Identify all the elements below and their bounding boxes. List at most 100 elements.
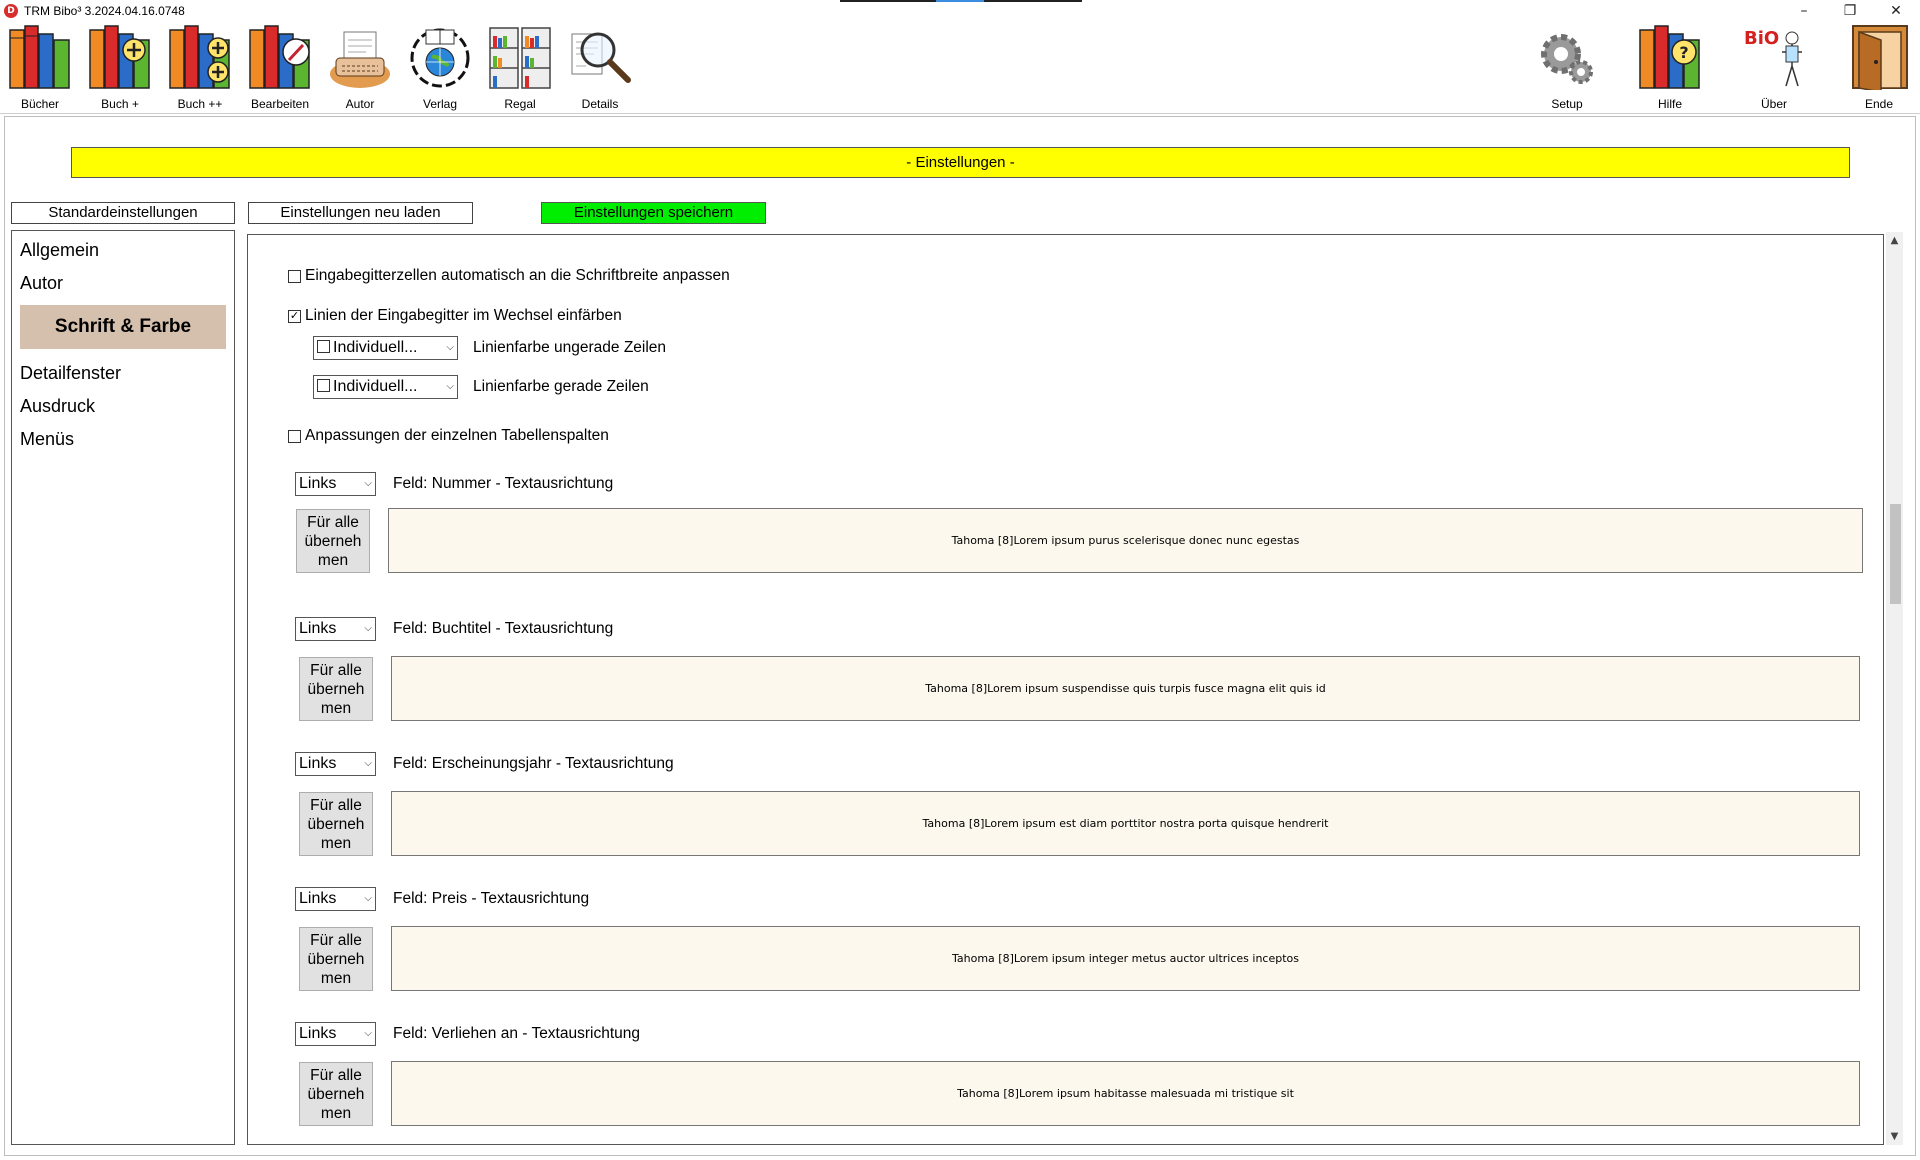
save-settings-button[interactable]: Einstellungen speichern (541, 202, 766, 224)
book-add-icon (89, 25, 150, 89)
align-select-verliehen[interactable]: Links ⌵ (295, 1022, 376, 1046)
help-books-icon: ? (1639, 25, 1700, 89)
toolbar-label: Regal (504, 97, 536, 111)
toolbar-label: Verlag (422, 97, 458, 111)
nav-item-detailfenster[interactable]: Detailfenster (20, 363, 121, 384)
column-adjust-checkbox[interactable] (288, 429, 301, 443)
font-preview-buchtitel[interactable]: Tahoma [8]Lorem ipsum suspendisse quis t… (391, 656, 1860, 721)
toolbar-label: Buch ++ (177, 97, 223, 111)
toolbar-button-details[interactable]: Details (560, 22, 640, 114)
toolbar-button-buecher[interactable]: Bücher (0, 22, 80, 114)
column-adjust-label: Anpassungen der einzelnen Tabellenspalte… (305, 427, 609, 444)
align-select-erscheinungsjahr[interactable]: Links ⌵ (295, 752, 376, 776)
app-logo-icon: D (4, 4, 18, 18)
book-add-multiple-icon (169, 25, 230, 89)
bookshelf-icon (489, 27, 551, 89)
alternate-lines-label: Linien der Eingabegitter im Wechsel einf… (305, 307, 622, 324)
settings-content: Eingabegitterzellen automatisch an die S… (247, 234, 1884, 1145)
svg-text:BiO: BiO (1744, 28, 1779, 49)
toolbar-label: Ende (1864, 97, 1894, 111)
toolbar-label: Bearbeiten (250, 97, 310, 111)
nav-item-schrift-farbe[interactable]: Schrift & Farbe (20, 305, 226, 349)
apply-all-button-nummer[interactable]: Für alle überneh men (296, 509, 370, 573)
toolbar-button-verlag[interactable]: Verlag (400, 22, 480, 114)
scroll-thumb[interactable] (1890, 504, 1901, 604)
defaults-button[interactable]: Standardeinstellungen (11, 202, 235, 224)
nav-item-menues[interactable]: Menüs (20, 429, 74, 450)
align-value: Links (299, 755, 337, 772)
book-edit-icon (249, 25, 310, 89)
gears-icon (1541, 34, 1593, 84)
toolbar-label: Setup (1551, 97, 1583, 111)
align-select-buchtitel[interactable]: Links ⌵ (295, 617, 376, 641)
odd-line-color-label: Linienfarbe ungerade Zeilen (473, 339, 667, 356)
magnifier-icon (571, 32, 631, 83)
content-scrollbar[interactable]: ▲ ▼ (1886, 232, 1903, 1145)
minimize-button[interactable]: – (1784, 2, 1824, 20)
chevron-down-icon: ⌵ (364, 623, 372, 634)
field-label-buchtitel: Feld: Buchtitel - Textausrichtung (393, 620, 614, 637)
font-preview-preis[interactable]: Tahoma [8]Lorem ipsum integer metus auct… (391, 926, 1860, 991)
align-select-nummer[interactable]: Links ⌵ (295, 472, 376, 496)
settings-nav: Allgemein Autor Schrift & Farbe Detailfe… (11, 230, 235, 1145)
field-label-erscheinungsjahr: Feld: Erscheinungsjahr - Textausrichtung (393, 755, 674, 772)
auto-fit-option[interactable]: Eingabegitterzellen automatisch an die S… (288, 267, 730, 285)
reload-settings-button[interactable]: Einstellungen neu laden (248, 202, 473, 224)
restore-button[interactable]: ❐ (1830, 2, 1870, 20)
nav-item-allgemein[interactable]: Allgemein (20, 240, 99, 261)
chevron-down-icon: ⌵ (364, 478, 372, 489)
align-value: Links (299, 620, 337, 637)
alternate-lines-checkbox[interactable]: ✓ (288, 309, 301, 323)
toolbar-label: Über (1760, 97, 1787, 111)
align-value: Links (299, 1025, 337, 1042)
main-toolbar: Bücher Buch + Buch ++ Bearbeiten Autor V… (0, 22, 1920, 114)
toolbar-button-buch-plus-plus[interactable]: Buch ++ (160, 22, 240, 114)
odd-line-color-select[interactable]: Individuell... ⌵ (313, 336, 458, 360)
books-icon (9, 25, 70, 89)
apply-all-button-preis[interactable]: Für alle überneh men (299, 927, 373, 991)
toolbar-label: Bücher (20, 97, 60, 111)
top-strip-accent (936, 0, 984, 2)
apply-all-button-erscheinungsjahr[interactable]: Für alle überneh men (299, 792, 373, 856)
column-adjust-option[interactable]: Anpassungen der einzelnen Tabellenspalte… (288, 427, 609, 445)
toolbar-button-autor[interactable]: Autor (320, 22, 400, 114)
even-line-color-label: Linienfarbe gerade Zeilen (473, 378, 649, 395)
chevron-down-icon: ⌵ (364, 893, 372, 904)
svg-text:?: ? (1679, 43, 1688, 62)
publisher-globe-icon (410, 28, 470, 88)
font-preview-erscheinungsjahr[interactable]: Tahoma [8]Lorem ipsum est diam porttitor… (391, 791, 1860, 856)
auto-fit-label: Eingabegitterzellen automatisch an die S… (305, 267, 730, 284)
chevron-down-icon: ⌵ (364, 758, 372, 769)
exit-door-icon (1852, 25, 1908, 90)
align-select-preis[interactable]: Links ⌵ (295, 887, 376, 911)
scroll-down-icon[interactable]: ▼ (1886, 1128, 1903, 1145)
title-bar: D TRM Bibo³ 3.2024.04.16.0748 – ❐ ✕ (0, 0, 1920, 22)
alternate-lines-option[interactable]: ✓ Linien der Eingabegitter im Wechsel ei… (288, 307, 622, 325)
font-preview-verliehen[interactable]: Tahoma [8]Lorem ipsum habitasse malesuad… (391, 1061, 1860, 1126)
nav-item-ausdruck[interactable]: Ausdruck (20, 396, 95, 417)
apply-all-button-buchtitel[interactable]: Für alle überneh men (299, 657, 373, 721)
toolbar-button-hilfe[interactable]: ? Hilfe (1630, 22, 1710, 114)
align-value: Links (299, 475, 337, 492)
field-label-nummer: Feld: Nummer - Textausrichtung (393, 475, 614, 492)
toolbar-button-buch-plus[interactable]: Buch + (80, 22, 160, 114)
typewriter-icon (330, 31, 390, 88)
odd-line-color-value: Individuell... (333, 339, 418, 356)
close-button[interactable]: ✕ (1876, 2, 1916, 20)
apply-all-button-verliehen[interactable]: Für alle überneh men (299, 1062, 373, 1126)
toolbar-button-ende[interactable]: Ende (1839, 22, 1919, 114)
nav-item-autor[interactable]: Autor (20, 273, 63, 294)
color-swatch-checkbox (317, 379, 330, 392)
toolbar-button-bearbeiten[interactable]: Bearbeiten (240, 22, 320, 114)
toolbar-button-regal[interactable]: Regal (480, 22, 560, 114)
section-banner: - Einstellungen - (71, 147, 1850, 178)
auto-fit-checkbox[interactable] (288, 269, 301, 283)
toolbar-label: Buch + (101, 97, 139, 111)
font-preview-nummer[interactable]: Tahoma [8]Lorem ipsum purus scelerisque … (388, 508, 1863, 573)
toolbar-button-setup[interactable]: Setup (1527, 22, 1607, 114)
toolbar-label: Autor (345, 97, 375, 111)
scroll-up-icon[interactable]: ▲ (1886, 232, 1903, 249)
even-line-color-select[interactable]: Individuell... ⌵ (313, 375, 458, 399)
field-label-preis: Feld: Preis - Textausrichtung (393, 890, 590, 907)
toolbar-button-ueber[interactable]: BiO Über (1734, 22, 1814, 114)
